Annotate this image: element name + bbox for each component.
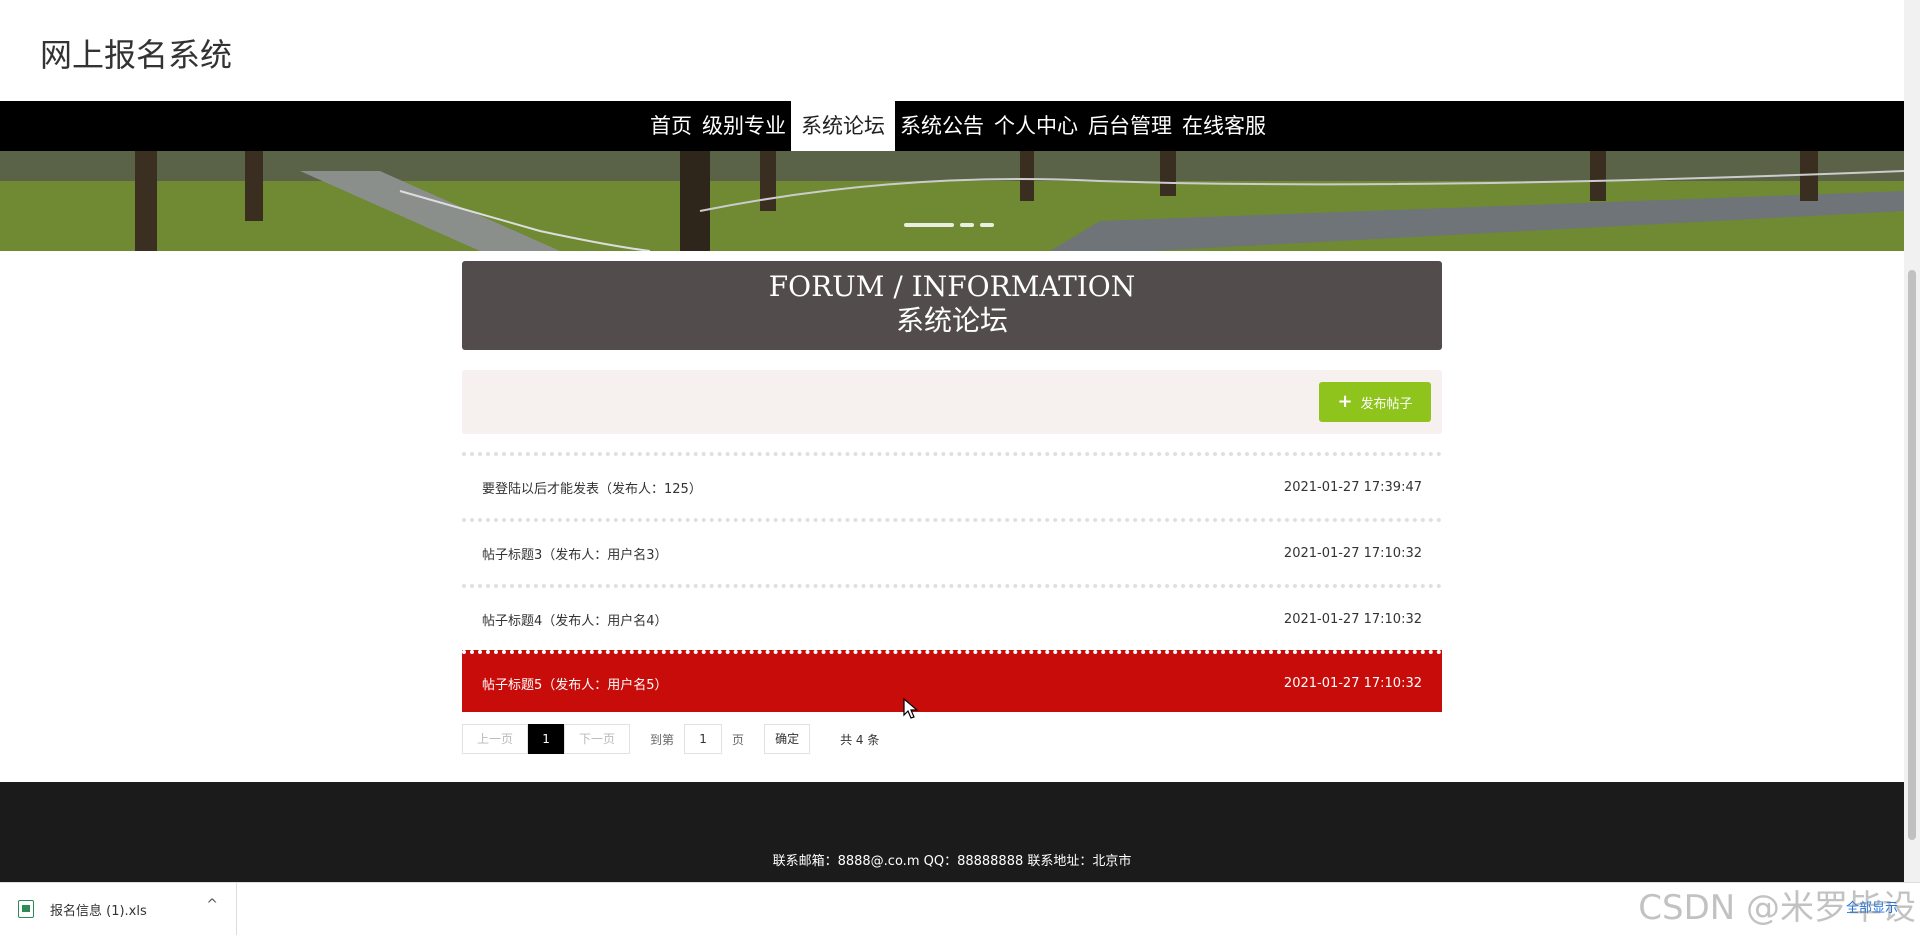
list-item[interactable]: 帖子标题3（发布人：用户名3） 2021-01-27 17:10:32 [462,518,1442,584]
next-page-button[interactable]: 下一页 [564,724,631,754]
nav-item-announcements[interactable]: 系统公告 [895,101,989,151]
download-bar: 报名信息 (1).xls ^ 全部显示 [0,882,1920,935]
post-title: 帖子标题4（发布人：用户名4） [482,613,668,629]
banner-image [0,151,1904,251]
section-title-cn: 系统论坛 [895,304,1008,337]
download-item[interactable]: 报名信息 (1).xls ^ [0,883,237,935]
post-time: 2021-01-27 17:10:32 [1283,611,1422,627]
nav-item-home[interactable]: 首页 [645,101,697,151]
publish-post-label: 发布帖子 [1360,396,1413,412]
park-scene [0,151,1904,251]
section-header: FORUM / INFORMATION 系统论坛 [462,261,1442,350]
post-title: 帖子标题5（发布人：用户名5） [482,677,668,693]
download-file-name: 报名信息 (1).xls [50,903,147,919]
post-time: 2021-01-27 17:39:47 [1283,479,1422,495]
post-title: 帖子标题3（发布人：用户名3） [482,547,668,563]
nav-item-majors[interactable]: 级别专业 [697,101,791,151]
confirm-page-button[interactable]: 确定 [764,724,811,754]
current-page[interactable]: 1 [528,724,565,754]
page-number-input[interactable]: 1 [684,724,723,754]
main-nav: 首页 级别专业 系统论坛 系统公告 个人中心 后台管理 在线客服 [0,101,1904,151]
banner-dot-3[interactable] [980,223,994,227]
total-count: 共 4 条 [840,732,880,747]
section-title-en: FORUM / INFORMATION [768,270,1136,303]
list-item[interactable]: 帖子标题4（发布人：用户名4） 2021-01-27 17:10:32 [462,584,1442,650]
pagination: 上一页 1 下一页 到第 1 页 确定 共 4 条 [462,724,879,754]
chevron-up-icon[interactable]: ^ [206,897,218,913]
post-title: 要登陆以后才能发表（发布人：125） [482,481,702,497]
nav-item-profile[interactable]: 个人中心 [989,101,1083,151]
post-time: 2021-01-27 17:10:32 [1283,675,1422,691]
prev-page-button[interactable]: 上一页 [462,724,529,754]
list-item[interactable]: 要登陆以后才能发表（发布人：125） 2021-01-27 17:39:47 [462,452,1442,518]
page: 网上报名系统 首页 级别专业 系统论坛 系统公告 个人中心 后台管理 在线客服 [0,0,1904,882]
watermark: CSDN @米罗毕设 [1638,888,1916,928]
footer: 联系邮箱：8888@.co.m QQ：88888888 联系地址：北京市 [0,782,1904,882]
nav-item-forum[interactable]: 系统论坛 [791,101,895,151]
footer-contact: 联系邮箱：8888@.co.m QQ：88888888 联系地址：北京市 [772,854,1132,869]
page-scrollbar[interactable] [1904,0,1920,882]
banner-dot-1[interactable] [904,223,954,227]
post-time: 2021-01-27 17:10:32 [1283,545,1422,561]
goto-label: 到第 [650,732,675,747]
banner-pagination [904,223,994,227]
list-item-hovered[interactable]: 帖子标题5（发布人：用户名5） 2021-01-27 17:10:32 [462,650,1442,712]
site-title: 网上报名系统 [40,36,233,74]
mouse-cursor-icon [903,698,919,719]
nav-item-admin[interactable]: 后台管理 [1083,101,1177,151]
publish-post-button[interactable]: + 发布帖子 [1319,382,1431,422]
post-list: 要登陆以后才能发表（发布人：125） 2021-01-27 17:39:47 帖… [462,452,1442,712]
nav-item-support[interactable]: 在线客服 [1177,101,1271,151]
spreadsheet-file-icon [18,900,34,918]
page-unit-label: 页 [732,732,745,747]
scrollbar-thumb[interactable] [1908,270,1916,840]
banner-dot-2[interactable] [960,223,974,227]
plus-icon: + [1337,391,1353,412]
forum-toolbar: + 发布帖子 [462,370,1442,434]
